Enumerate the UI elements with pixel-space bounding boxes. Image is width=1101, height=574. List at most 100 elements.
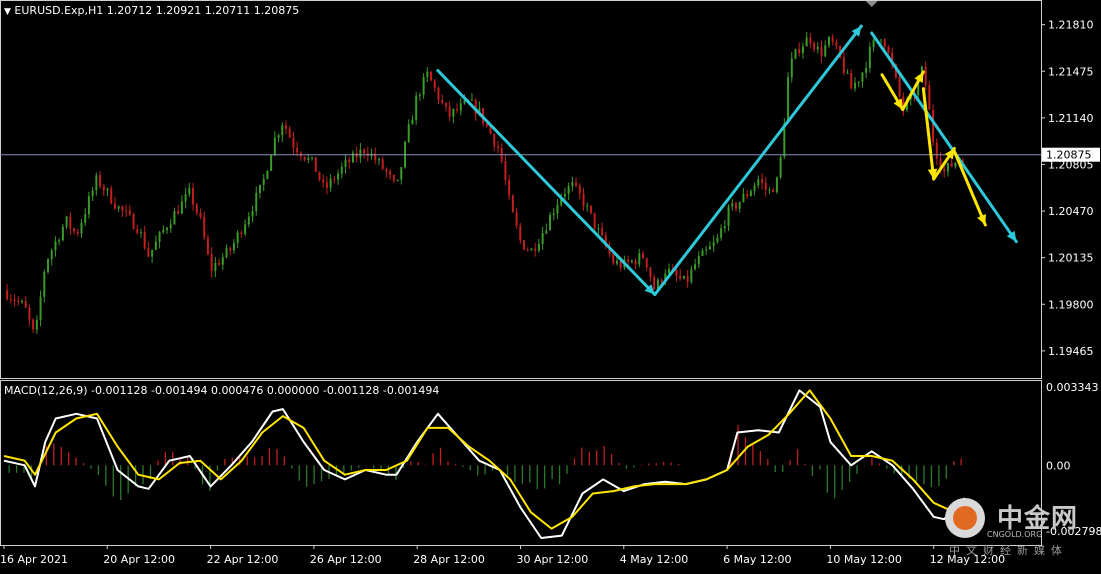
time-tick-label: 28 Apr 12:00 — [413, 553, 485, 566]
candle-body — [99, 175, 102, 187]
candle-body — [158, 232, 161, 242]
candle-body — [329, 178, 332, 188]
candle-body — [660, 279, 663, 282]
candle-body — [266, 170, 269, 179]
candle-body — [162, 230, 165, 233]
candle-body — [166, 228, 169, 231]
candle-body — [54, 241, 57, 251]
candle-body — [139, 231, 142, 233]
trend-arrow-cyan-shaft — [436, 69, 657, 297]
candle-body — [389, 171, 392, 175]
candle-body — [214, 263, 217, 271]
trend-arrow-cyan[interactable] — [653, 24, 863, 297]
candle-body — [452, 109, 455, 117]
axes: 1.218101.214751.211401.208051.204701.201… — [0, 19, 1101, 566]
macd-tick-label: 0.00 — [1046, 459, 1071, 472]
candle-body — [28, 307, 31, 320]
candle-body — [381, 159, 384, 169]
candle-body — [511, 195, 514, 213]
time-tick-label: 4 May 12:00 — [620, 553, 688, 566]
candle-body — [87, 196, 90, 215]
candle-body — [281, 125, 284, 136]
candle-body — [426, 71, 429, 77]
candle-body — [247, 216, 250, 225]
candle-body — [794, 49, 797, 59]
candle-body — [534, 248, 537, 251]
candle-body — [288, 128, 291, 138]
candle-body — [58, 240, 61, 242]
candle-body — [351, 152, 354, 163]
candle-body — [240, 232, 243, 235]
candle-body — [210, 254, 213, 271]
candle-body — [653, 277, 656, 290]
candle-body — [738, 201, 741, 209]
candle-body — [820, 46, 823, 57]
candle-body — [727, 206, 730, 226]
candle-body — [545, 230, 548, 234]
candle-body — [861, 72, 864, 82]
candle-body — [690, 269, 693, 283]
candle-body — [649, 267, 652, 278]
candle-body — [801, 46, 804, 54]
candle-body — [32, 319, 35, 330]
candle-body — [180, 201, 183, 214]
candle-body — [218, 263, 221, 265]
trend-arrow-cyan-shaft — [870, 31, 1018, 244]
macd-line — [3, 389, 966, 539]
candle-body — [448, 106, 451, 117]
candle-body — [50, 250, 53, 260]
candle-body — [296, 147, 299, 153]
candle-body — [935, 142, 938, 159]
candle-body — [91, 190, 94, 197]
candle-body — [586, 205, 589, 207]
candle-body — [716, 237, 719, 243]
time-tick-label: 10 May 12:00 — [826, 553, 901, 566]
candle-body — [552, 213, 555, 215]
candle-body — [563, 193, 566, 197]
candle-body — [192, 188, 195, 205]
trend-arrow-yellow[interactable] — [952, 149, 987, 227]
candle-body — [831, 37, 834, 43]
chart-canvas[interactable]: 1.218101.214751.211401.208051.204701.201… — [0, 0, 1101, 570]
candle-body — [768, 189, 771, 191]
candle-body — [76, 231, 79, 234]
candle-body — [128, 210, 131, 215]
candle-body — [47, 259, 50, 272]
dropdown-triangle-icon[interactable]: ▼ — [4, 7, 11, 17]
candle-body — [515, 212, 518, 226]
candle-body — [887, 46, 890, 53]
candle-body — [932, 109, 935, 143]
candle-body — [470, 99, 473, 101]
trend-arrow-cyan[interactable] — [870, 31, 1018, 244]
candle-body — [407, 124, 410, 142]
candle-body — [363, 149, 366, 154]
candle-body — [121, 206, 124, 211]
candle-body — [337, 173, 340, 180]
candle-body — [69, 216, 72, 229]
candle-body — [206, 237, 209, 255]
candle-body — [292, 137, 295, 148]
candle-body — [880, 39, 883, 41]
chart-window[interactable]: 1.21810 1.21475 1.21140 1.20805 1.20470 1.201… — [0, 0, 1101, 570]
candle-body — [526, 249, 529, 251]
candle-body — [601, 228, 604, 236]
candle-body — [277, 135, 280, 138]
trend-arrow-cyan[interactable] — [436, 69, 657, 297]
candle-body — [333, 178, 336, 180]
candle-body — [694, 264, 697, 270]
candle-body — [757, 179, 760, 186]
candle-body — [273, 137, 276, 156]
candle-body — [798, 49, 801, 54]
candle-body — [816, 46, 819, 50]
time-tick-label: 30 Apr 12:00 — [517, 553, 589, 566]
candle-body — [493, 133, 496, 147]
candle-body — [779, 156, 782, 178]
candle-body — [705, 249, 708, 251]
candle-body — [232, 242, 235, 251]
candle-body — [679, 275, 682, 279]
candle-body — [720, 228, 723, 238]
current-price-label: 1.20875 — [1046, 149, 1092, 162]
candle-body — [340, 166, 343, 174]
candle-body — [589, 205, 592, 213]
candle-body — [236, 232, 239, 243]
